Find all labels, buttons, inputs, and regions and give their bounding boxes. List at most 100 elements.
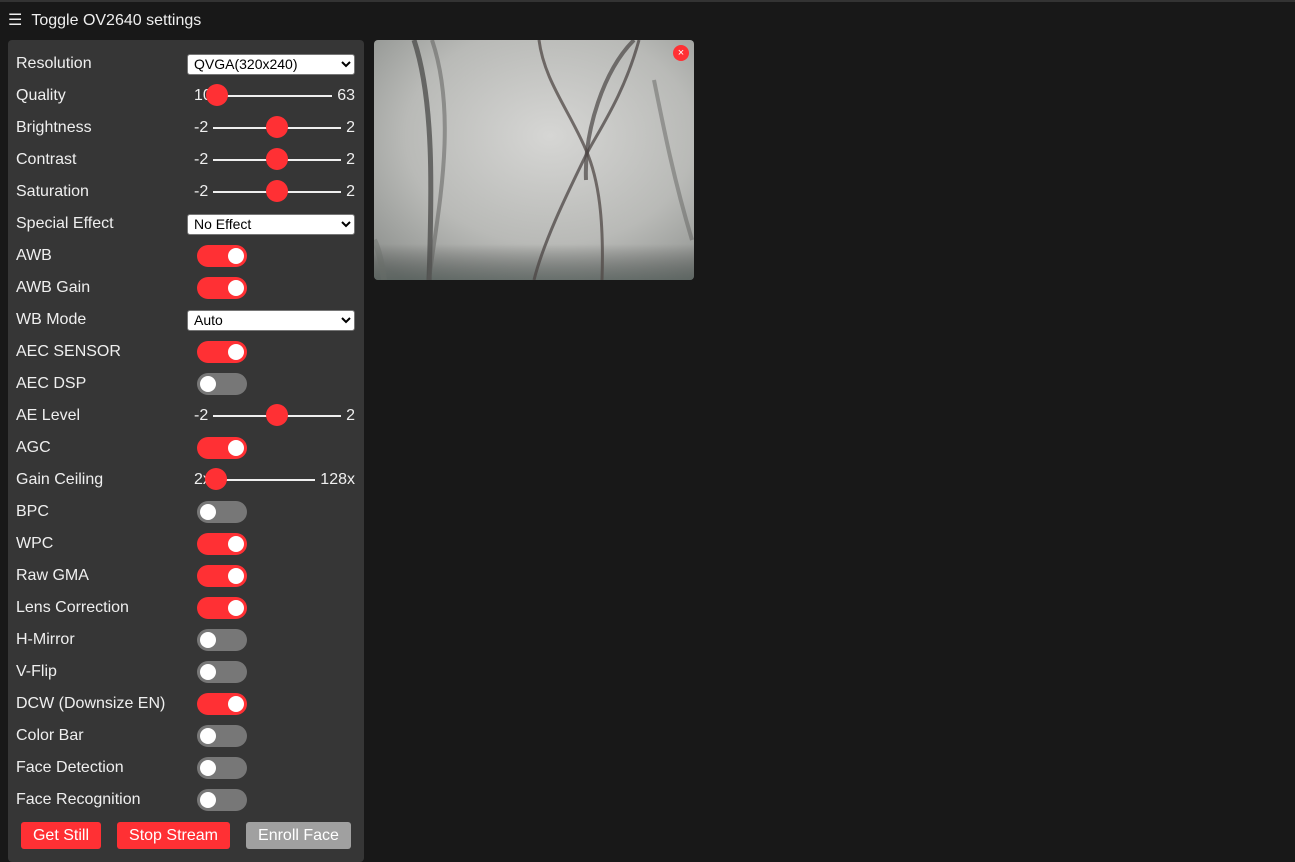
contrast-slider[interactable]: -2 2 bbox=[191, 148, 355, 170]
brightness-slider[interactable]: -2 2 bbox=[191, 116, 355, 138]
awb-toggle-knob bbox=[228, 248, 244, 264]
v-flip-toggle[interactable] bbox=[197, 661, 247, 683]
bpc-toggle-knob bbox=[200, 504, 216, 520]
lens-correction-toggle-knob bbox=[228, 600, 244, 616]
bpc-toggle[interactable] bbox=[197, 501, 247, 523]
quality-row: Quality 10 63 bbox=[16, 80, 356, 112]
color-bar-toggle-knob bbox=[200, 728, 216, 744]
wb-mode-select[interactable]: Auto bbox=[187, 309, 355, 331]
ae-level-slider[interactable]: -2 2 bbox=[191, 404, 355, 426]
resolution-label: Resolution bbox=[16, 55, 92, 72]
h-mirror-row: H-Mirror bbox=[16, 624, 356, 656]
gain-ceiling-max: 128x bbox=[320, 471, 355, 488]
dcw-row: DCW (Downsize EN) bbox=[16, 688, 356, 720]
h-mirror-toggle[interactable] bbox=[197, 629, 247, 651]
wpc-label: WPC bbox=[16, 535, 54, 552]
brightness-label: Brightness bbox=[16, 119, 92, 136]
face-detection-label: Face Detection bbox=[16, 759, 124, 776]
quality-track[interactable] bbox=[205, 84, 333, 106]
brightness-thumb[interactable] bbox=[266, 116, 289, 138]
brightness-min: -2 bbox=[194, 119, 209, 136]
dcw-toggle[interactable] bbox=[197, 693, 247, 715]
face-recognition-toggle[interactable] bbox=[197, 789, 247, 811]
brightness-row: Brightness -2 2 bbox=[16, 112, 356, 144]
quality-max: 63 bbox=[337, 87, 355, 104]
awb-gain-toggle-knob bbox=[228, 280, 244, 296]
dcw-toggle-knob bbox=[228, 696, 244, 712]
aec-sensor-label: AEC SENSOR bbox=[16, 343, 121, 360]
raw-gma-toggle[interactable] bbox=[197, 565, 247, 587]
contrast-min: -2 bbox=[194, 151, 209, 168]
enroll-face-button[interactable]: Enroll Face bbox=[246, 822, 351, 849]
ae-level-thumb[interactable] bbox=[266, 404, 289, 426]
aec-sensor-toggle-knob bbox=[228, 344, 244, 360]
contrast-track[interactable] bbox=[213, 148, 342, 170]
lens-correction-toggle[interactable] bbox=[197, 597, 247, 619]
v-flip-toggle-knob bbox=[200, 664, 216, 680]
resolution-select[interactable]: QVGA(320x240) bbox=[187, 53, 355, 75]
awb-gain-label: AWB Gain bbox=[16, 279, 91, 296]
face-recognition-row: Face Recognition bbox=[16, 784, 356, 816]
close-icon: × bbox=[677, 47, 685, 59]
saturation-label: Saturation bbox=[16, 183, 89, 200]
face-detection-row: Face Detection bbox=[16, 752, 356, 784]
quality-slider[interactable]: 10 63 bbox=[191, 84, 355, 106]
special-effect-row: Special Effect No Effect bbox=[16, 208, 356, 240]
aec-dsp-toggle-knob bbox=[200, 376, 216, 392]
agc-toggle-knob bbox=[228, 440, 244, 456]
quality-thumb[interactable] bbox=[205, 84, 228, 106]
awb-row: AWB bbox=[16, 240, 356, 272]
aec-dsp-toggle[interactable] bbox=[197, 373, 247, 395]
raw-gma-label: Raw GMA bbox=[16, 567, 89, 584]
gain-ceiling-row: Gain Ceiling 2x 128x bbox=[16, 464, 356, 496]
agc-row: AGC bbox=[16, 432, 356, 464]
resolution-row: Resolution QVGA(320x240) bbox=[16, 48, 356, 80]
settings-toggle[interactable]: ☰ Toggle OV2640 settings bbox=[8, 10, 201, 32]
saturation-track[interactable] bbox=[213, 180, 342, 202]
gain-ceiling-slider[interactable]: 2x 128x bbox=[191, 468, 355, 490]
quality-label: Quality bbox=[16, 87, 66, 104]
close-stream-button[interactable]: × bbox=[673, 45, 689, 61]
bpc-label: BPC bbox=[16, 503, 49, 520]
color-bar-row: Color Bar bbox=[16, 720, 356, 752]
contrast-label: Contrast bbox=[16, 151, 77, 168]
brightness-track[interactable] bbox=[213, 116, 342, 138]
wpc-toggle[interactable] bbox=[197, 533, 247, 555]
saturation-min: -2 bbox=[194, 183, 209, 200]
special-effect-select[interactable]: No Effect bbox=[187, 213, 355, 235]
awb-label: AWB bbox=[16, 247, 52, 264]
face-recognition-toggle-knob bbox=[200, 792, 216, 808]
saturation-slider[interactable]: -2 2 bbox=[191, 180, 355, 202]
ae-level-min: -2 bbox=[194, 407, 209, 424]
gain-ceiling-thumb[interactable] bbox=[204, 468, 227, 490]
contrast-thumb[interactable] bbox=[266, 148, 289, 170]
wb-mode-row: WB Mode Auto bbox=[16, 304, 356, 336]
h-mirror-label: H-Mirror bbox=[16, 631, 75, 648]
gain-ceiling-label: Gain Ceiling bbox=[16, 471, 104, 488]
wpc-toggle-knob bbox=[228, 536, 244, 552]
aec-sensor-row: AEC SENSOR bbox=[16, 336, 356, 368]
saturation-thumb[interactable] bbox=[266, 180, 289, 202]
face-detection-toggle[interactable] bbox=[197, 757, 247, 779]
wb-mode-label: WB Mode bbox=[16, 311, 87, 328]
awb-toggle[interactable] bbox=[197, 245, 247, 267]
aec-dsp-label: AEC DSP bbox=[16, 375, 87, 392]
brightness-max: 2 bbox=[346, 119, 355, 136]
dcw-label: DCW (Downsize EN) bbox=[16, 695, 166, 712]
color-bar-toggle[interactable] bbox=[197, 725, 247, 747]
agc-toggle[interactable] bbox=[197, 437, 247, 459]
page: ☰ Toggle OV2640 settings Resolution QVGA… bbox=[0, 0, 1295, 862]
saturation-row: Saturation -2 2 bbox=[16, 176, 356, 208]
get-still-button[interactable]: Get Still bbox=[21, 822, 101, 849]
awb-gain-toggle[interactable] bbox=[197, 277, 247, 299]
saturation-max: 2 bbox=[346, 183, 355, 200]
stop-stream-button[interactable]: Stop Stream bbox=[117, 822, 230, 849]
raw-gma-row: Raw GMA bbox=[16, 560, 356, 592]
hamburger-icon: ☰ bbox=[8, 12, 23, 29]
stream-view: × bbox=[374, 40, 694, 280]
gain-ceiling-track[interactable] bbox=[204, 468, 316, 490]
aec-sensor-toggle[interactable] bbox=[197, 341, 247, 363]
ae-level-track[interactable] bbox=[213, 404, 342, 426]
contrast-max: 2 bbox=[346, 151, 355, 168]
face-recognition-label: Face Recognition bbox=[16, 791, 141, 808]
